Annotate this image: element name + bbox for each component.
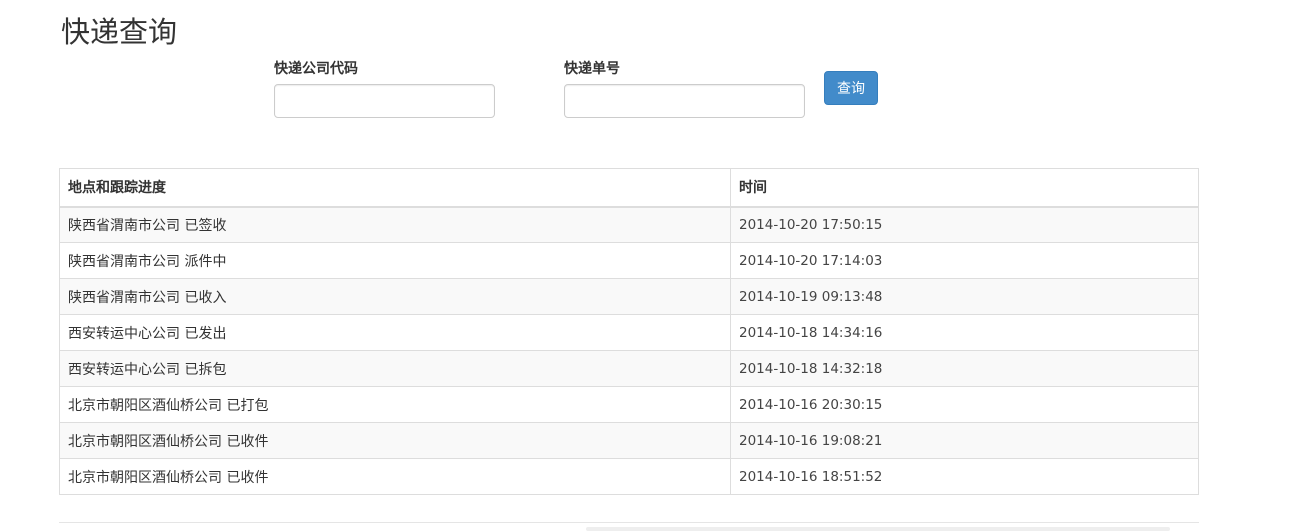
cell-place: 陕西省渭南市公司 已签收 [59,206,731,243]
table-row: 西安转运中心公司 已发出 2014-10-18 14:34:16 [59,314,1199,351]
table-row: 西安转运中心公司 已拆包 2014-10-18 14:32:18 [59,350,1199,387]
table-row: 陕西省渭南市公司 派件中 2014-10-20 17:14:03 [59,242,1199,279]
cell-place: 陕西省渭南市公司 已收入 [59,278,731,315]
cell-place: 陕西省渭南市公司 派件中 [59,242,731,279]
cell-place: 北京市朝阳区酒仙桥公司 已打包 [59,386,731,423]
company-code-group: 快递公司代码 [274,59,495,118]
cell-time: 2014-10-16 19:08:21 [730,422,1199,459]
tracking-table: 地点和跟踪进度 时间 陕西省渭南市公司 已签收 2014-10-20 17:50… [59,168,1199,495]
horizontal-scrollbar[interactable] [586,527,1170,531]
query-button[interactable]: 查询 [824,71,878,105]
table-row: 北京市朝阳区酒仙桥公司 已收件 2014-10-16 19:08:21 [59,422,1199,459]
company-code-input[interactable] [274,84,495,118]
cell-time: 2014-10-18 14:34:16 [730,314,1199,351]
tracking-number-input[interactable] [564,84,805,118]
table-header-row: 地点和跟踪进度 时间 [59,168,1199,208]
cell-place: 西安转运中心公司 已发出 [59,314,731,351]
footer-divider [59,522,1199,523]
cell-time: 2014-10-20 17:50:15 [730,206,1199,243]
cell-time: 2014-10-20 17:14:03 [730,242,1199,279]
tracking-table-wrapper: 地点和跟踪进度 时间 陕西省渭南市公司 已签收 2014-10-20 17:50… [59,168,1199,495]
cell-time: 2014-10-19 09:13:48 [730,278,1199,315]
header-time: 时间 [730,168,1199,208]
company-code-label: 快递公司代码 [274,61,358,77]
page-title: 快递查询 [61,15,178,49]
cell-place: 西安转运中心公司 已拆包 [59,350,731,387]
cell-place: 北京市朝阳区酒仙桥公司 已收件 [59,422,731,459]
cell-place: 北京市朝阳区酒仙桥公司 已收件 [59,458,731,495]
tracking-number-label: 快递单号 [564,61,620,77]
header-place: 地点和跟踪进度 [59,168,731,208]
cell-time: 2014-10-16 18:51:52 [730,458,1199,495]
cell-time: 2014-10-16 20:30:15 [730,386,1199,423]
table-row: 北京市朝阳区酒仙桥公司 已收件 2014-10-16 18:51:52 [59,458,1199,495]
table-row: 北京市朝阳区酒仙桥公司 已打包 2014-10-16 20:30:15 [59,386,1199,423]
cell-time: 2014-10-18 14:32:18 [730,350,1199,387]
tracking-number-group: 快递单号 [564,59,805,118]
table-row: 陕西省渭南市公司 已签收 2014-10-20 17:50:15 [59,206,1199,243]
table-row: 陕西省渭南市公司 已收入 2014-10-19 09:13:48 [59,278,1199,315]
